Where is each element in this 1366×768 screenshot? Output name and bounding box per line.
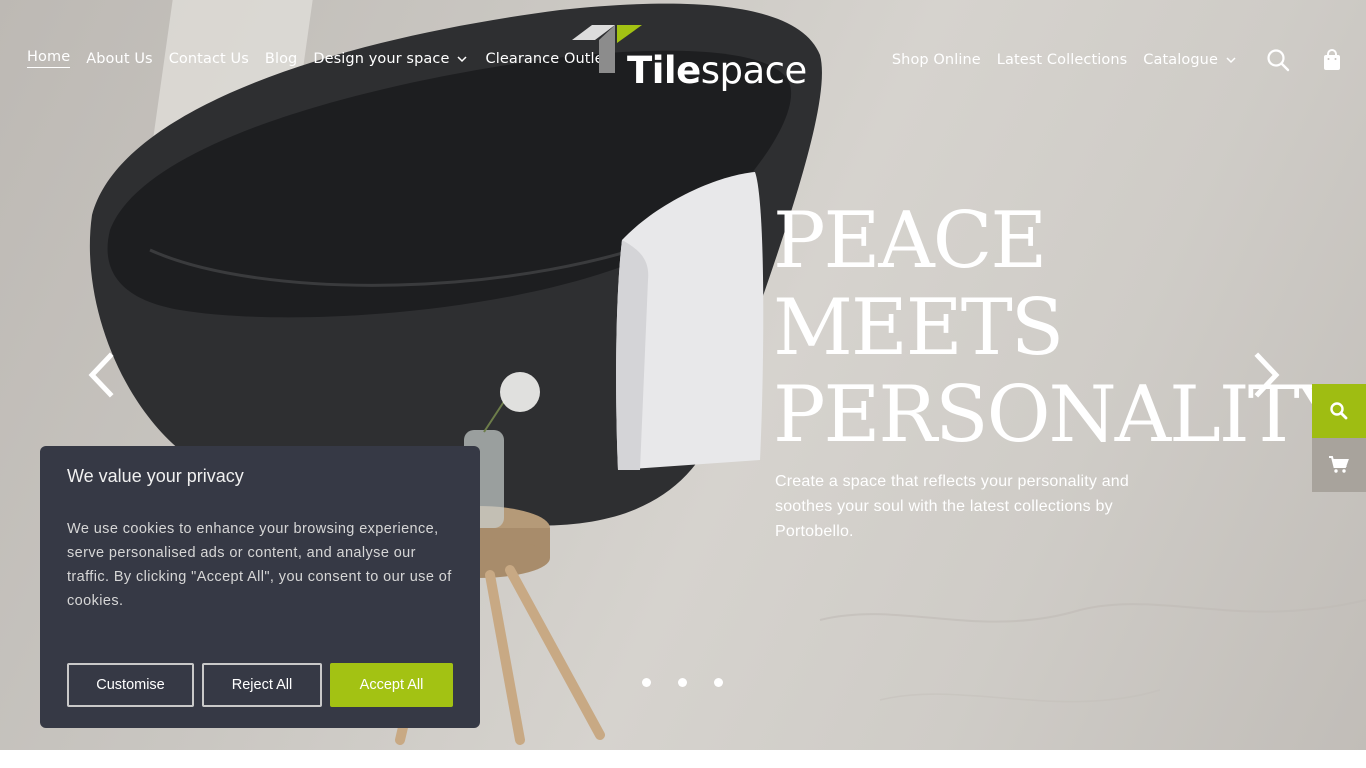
chevron-down-icon [457, 55, 467, 62]
slider-dot-3[interactable] [714, 678, 723, 687]
cart-button[interactable] [1318, 46, 1346, 74]
main-nav-right: Shop Online Latest Collections Catalogue [892, 46, 1346, 74]
cookie-body-text: We use cookies to enhance your browsing … [67, 521, 452, 609]
search-button[interactable] [1264, 46, 1292, 74]
hero-headline-line-1: PEACE [773, 196, 1047, 286]
chevron-right-icon [1254, 352, 1280, 398]
nav-design-your-space[interactable]: Design your space [313, 51, 469, 67]
slider-dot-1[interactable] [642, 678, 651, 687]
hero-subtext: Create a space that reflects your person… [775, 473, 1129, 540]
customise-button[interactable]: Customise [67, 663, 194, 707]
hero-headline: PEACE MEETS PERSONALITY [773, 196, 1349, 460]
nav-blog-label: Blog [264, 50, 298, 67]
nav-catalogue[interactable]: Catalogue [1143, 52, 1238, 68]
hero-headline-line-2: MEETS [773, 283, 1064, 373]
logo-text: Tilespace [627, 49, 807, 92]
nav-blog[interactable]: Blog [265, 51, 297, 67]
accept-all-button[interactable]: Accept All [330, 663, 453, 707]
cookie-title: We value your privacy [67, 466, 244, 486]
chevron-left-icon [88, 352, 114, 398]
nav-contact-us[interactable]: Contact Us [169, 51, 249, 67]
nav-design-your-space-label: Design your space [313, 50, 450, 67]
search-icon [1330, 402, 1348, 420]
cookie-actions: Customise Reject All Accept All [67, 663, 453, 707]
slider-prev-button[interactable] [84, 352, 120, 398]
nav-catalogue-label: Catalogue [1143, 52, 1218, 68]
nav-shop-online[interactable]: Shop Online [892, 52, 981, 68]
main-nav-left: Home About Us Contact Us Blog Design you… [27, 49, 610, 68]
slider-pagination [642, 678, 723, 687]
slider-next-button[interactable] [1248, 352, 1284, 398]
slider-dot-2[interactable] [678, 678, 687, 687]
hero-headline-line-3: PERSONALITY [773, 370, 1349, 460]
nav-home-label: Home [27, 49, 71, 68]
tilespace-logo[interactable]: Tilespace [572, 25, 807, 95]
nav-about-us[interactable]: About Us [86, 51, 152, 67]
shopping-cart-icon [1329, 456, 1349, 473]
cookie-consent-banner: We value your privacy We use cookies to … [40, 446, 480, 728]
side-search-tab[interactable] [1312, 384, 1366, 438]
side-cart-tab[interactable] [1312, 438, 1366, 492]
nav-shop-online-label: Shop Online [891, 52, 981, 68]
chevron-down-icon [1226, 57, 1236, 64]
shopping-bag-icon [1324, 49, 1340, 70]
reject-all-button[interactable]: Reject All [202, 663, 322, 707]
nav-about-us-label: About Us [86, 50, 153, 67]
nav-latest-collections[interactable]: Latest Collections [997, 52, 1128, 68]
nav-latest-collections-label: Latest Collections [996, 52, 1128, 68]
nav-home[interactable]: Home [27, 49, 71, 68]
nav-contact-us-label: Contact Us [168, 50, 249, 67]
search-icon [1267, 49, 1290, 72]
page-content-start [0, 750, 1366, 768]
